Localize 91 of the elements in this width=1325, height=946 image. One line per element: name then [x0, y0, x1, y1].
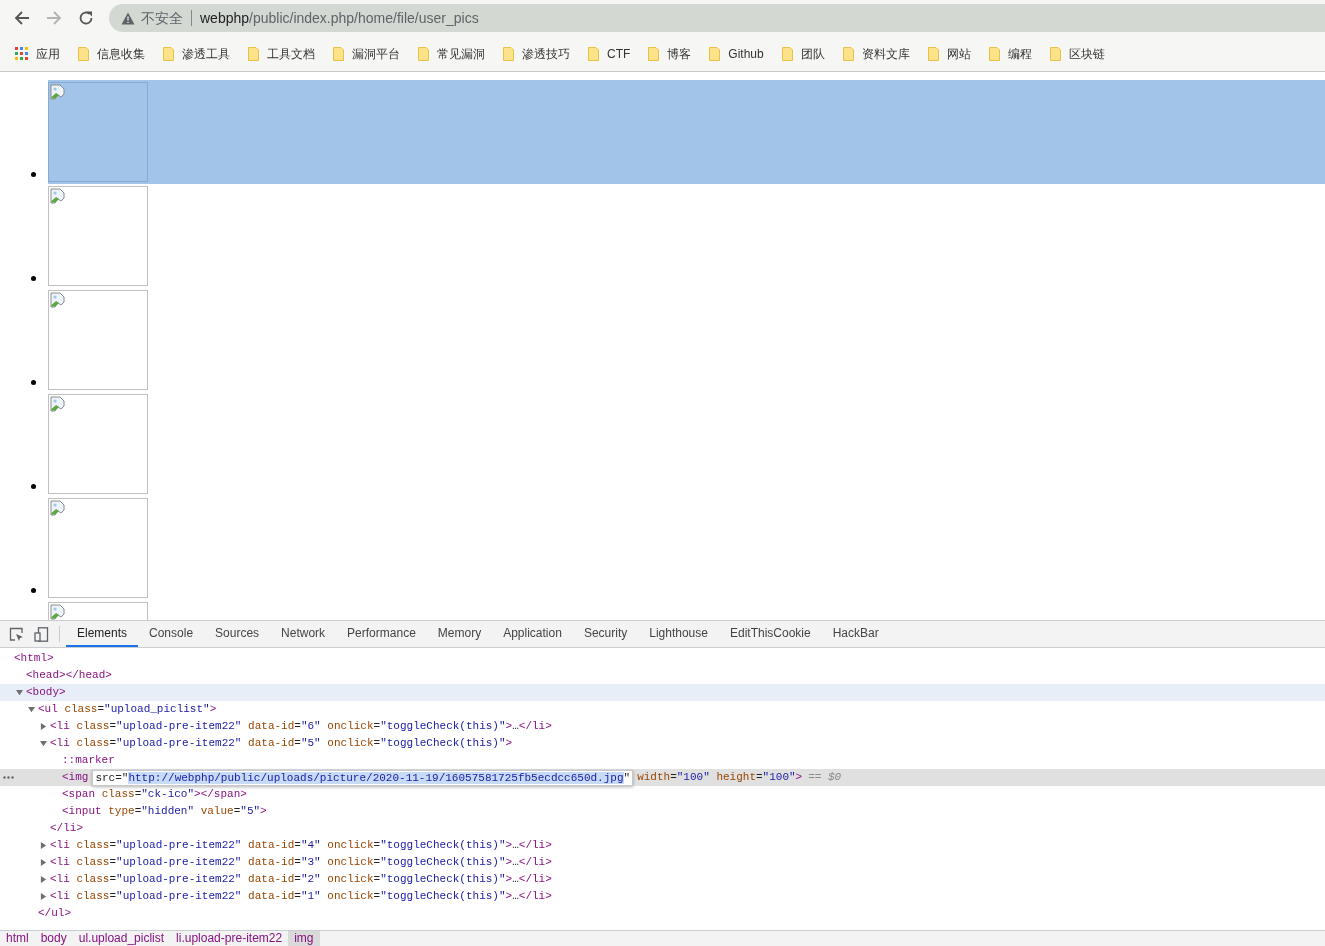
attribute-edit-field[interactable]: src="http://webphp/public/uploads/picture/2020-11-19/16057581725fb5ecdcc650d.jpg"	[92, 769, 634, 786]
folder-icon	[248, 46, 259, 61]
list-bullet	[31, 276, 36, 281]
address-bar[interactable]: 不安全 webphp/public/index.php/home/file/user_pics	[109, 4, 1325, 32]
code-line[interactable]: <li class="upload-pre-item22" data-id="4" onclick="toggleCheck(this)">…</li>	[50, 837, 552, 854]
folder-icon	[333, 46, 344, 61]
folder-icon	[78, 46, 89, 61]
collapsed-triangle-icon[interactable]	[40, 859, 47, 867]
bookmark-item[interactable]: CTF	[588, 44, 631, 63]
code-line[interactable]: <li class="upload-pre-item22" data-id="5" onclick="toggleCheck(this)">	[50, 735, 513, 752]
list-bullet	[31, 588, 36, 593]
code-line[interactable]: <li class="upload-pre-item22" data-id="6" onclick="toggleCheck(this)">…</li>	[50, 718, 552, 735]
folder-icon	[588, 46, 599, 61]
folder-icon	[927, 46, 939, 61]
bookmark-item[interactable]: 网站	[927, 44, 971, 63]
code-line: width="100" height="100">	[637, 770, 803, 786]
code-line[interactable]: <li class="upload-pre-item22" data-id="3" onclick="toggleCheck(this)">…</li>	[50, 854, 552, 871]
devtools-tab[interactable]: EditThisCookie	[718, 621, 822, 647]
devtools-tab[interactable]: Application	[492, 621, 573, 647]
code-line: </ul>	[38, 906, 71, 922]
broken-image-icon	[50, 396, 66, 412]
bookmark-item[interactable]: 资料文库	[842, 44, 910, 63]
breadcrumb-item[interactable]: img	[288, 931, 320, 946]
bookmark-item[interactable]: 漏洞平台	[333, 44, 400, 63]
bookmark-item[interactable]: 渗透工具	[163, 44, 230, 63]
breadcrumb-item[interactable]: ul.upload_piclist	[72, 931, 171, 946]
bookmark-item[interactable]: 团队	[781, 44, 825, 63]
code-line: </li>	[50, 821, 83, 837]
back-arrow-icon[interactable]	[14, 10, 30, 26]
devtools-tab[interactable]: Console	[138, 621, 205, 647]
devtools-tab[interactable]: Lighthouse	[638, 621, 719, 647]
bookmark-item[interactable]: 区块链	[1049, 44, 1105, 63]
broken-image-icon	[50, 84, 66, 100]
expanded-triangle-icon[interactable]	[28, 706, 35, 714]
broken-image-icon	[50, 292, 66, 308]
devtools-tab[interactable]: Security	[572, 621, 639, 647]
folder-icon	[1049, 46, 1061, 61]
collapsed-triangle-icon[interactable]	[40, 876, 47, 884]
devtools-tab[interactable]: HackBar	[821, 621, 890, 647]
console-reference: == $0	[808, 770, 842, 786]
broken-image-icon	[50, 500, 66, 516]
broken-image-icon	[50, 188, 66, 204]
list-bullet	[31, 484, 36, 489]
inspect-cursor-icon[interactable]	[9, 626, 24, 642]
bookmark-item[interactable]: 信息收集	[78, 44, 145, 63]
devtools-tab[interactable]: Memory	[426, 621, 493, 647]
bookmark-item[interactable]: 渗透技巧	[503, 44, 570, 63]
apps-grid-icon	[15, 47, 28, 60]
warning-icon	[121, 11, 135, 25]
code-line[interactable]: ::marker	[62, 752, 115, 769]
bookmark-item[interactable]: 常见漏洞	[418, 44, 485, 63]
device-toggle-icon[interactable]	[34, 626, 49, 642]
folder-icon	[988, 46, 1000, 61]
code-line[interactable]: <ul class="upload_piclist">	[38, 701, 217, 718]
list-bullet	[31, 172, 36, 177]
folder-icon	[648, 46, 660, 61]
more-dots-icon[interactable]	[3, 776, 14, 779]
breadcrumb-item[interactable]: li.upload-pre-item22	[170, 931, 289, 946]
collapsed-triangle-icon[interactable]	[40, 723, 47, 731]
folder-icon	[842, 46, 854, 61]
code-line[interactable]: <li class="upload-pre-item22" data-id="1" onclick="toggleCheck(this)">…</li>	[50, 888, 552, 905]
code-line[interactable]: <input type="hidden" value="5">	[62, 803, 267, 820]
folder-icon	[503, 46, 514, 61]
bookmark-item[interactable]: 应用	[15, 44, 60, 63]
code-line[interactable]: <img	[62, 769, 89, 786]
folder-icon	[781, 46, 793, 61]
list-bullet	[31, 380, 36, 385]
expanded-triangle-icon[interactable]	[16, 689, 23, 697]
bookmark-item[interactable]: Github	[709, 44, 764, 63]
devtools-tab[interactable]: Performance	[336, 621, 427, 647]
code-line[interactable]: <head></head>	[26, 667, 112, 684]
folder-icon	[418, 46, 429, 61]
reload-icon[interactable]	[78, 10, 94, 26]
bookmark-item[interactable]: 编程	[988, 44, 1032, 63]
code-line[interactable]: <span class="ck-ico"></span>	[62, 786, 247, 803]
expanded-triangle-icon[interactable]	[40, 740, 47, 748]
devtools-tab[interactable]: Network	[270, 621, 337, 647]
url-text[interactable]: webphp/public/index.php/home/file/user_pics	[200, 7, 479, 29]
code-line[interactable]: <body>	[26, 684, 66, 701]
devtools-tab[interactable]: Sources	[204, 621, 271, 647]
breadcrumb-item[interactable]: html	[0, 931, 35, 946]
folder-icon	[163, 46, 174, 61]
breadcrumb-item[interactable]: body	[34, 931, 73, 946]
bookmark-item[interactable]: 工具文档	[248, 44, 315, 63]
collapsed-triangle-icon[interactable]	[40, 893, 47, 901]
bookmark-item[interactable]: 博客	[648, 44, 692, 63]
folder-icon	[709, 46, 721, 61]
code-line[interactable]: <li class="upload-pre-item22" data-id="2" onclick="toggleCheck(this)">…</li>	[50, 871, 552, 888]
code-line[interactable]: <html>	[14, 650, 54, 667]
collapsed-triangle-icon[interactable]	[40, 842, 47, 850]
security-label[interactable]: 不安全	[141, 7, 183, 29]
